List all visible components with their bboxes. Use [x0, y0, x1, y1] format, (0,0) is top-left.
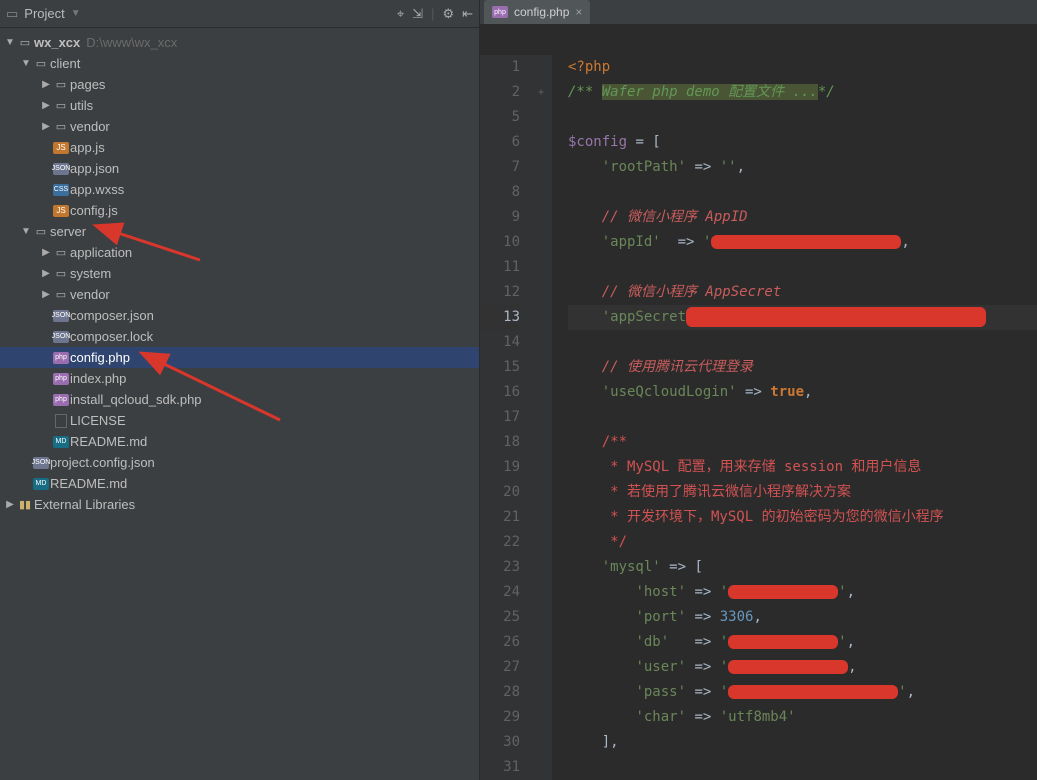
chevron-right-icon[interactable]: ▶ [40, 100, 52, 111]
chevron-right-icon[interactable]: ▶ [40, 289, 52, 300]
code-editor[interactable]: 1 2 5 6 7 8 9 10 11 12 13 14 15 16 17 18… [480, 25, 1037, 780]
tree-row-root-readme[interactable]: · MD README.md [0, 473, 479, 494]
tree-row-index-php[interactable]: · php index.php [0, 368, 479, 389]
redacted-value [686, 307, 986, 327]
tree-row-config-php[interactable]: · php config.php [0, 347, 479, 368]
tree-row-app-js[interactable]: · JS app.js [0, 137, 479, 158]
project-tree[interactable]: ▼ ▭ wx_xcx D:\www\wx_xcx ▼ ▭ client ▶ ▭ … [0, 28, 479, 519]
tree-row-client[interactable]: ▼ ▭ client [0, 53, 479, 74]
chevron-right-icon[interactable]: ▶ [40, 247, 52, 258]
root-folder-path: D:\www\wx_xcx [86, 35, 177, 50]
folder-icon: ▭ [52, 246, 70, 259]
editor-tab-bar: php config.php × [480, 0, 1037, 25]
redacted-value [711, 235, 901, 249]
tree-row-license[interactable]: · LICENSE [0, 410, 479, 431]
md-file-icon: MD [33, 478, 49, 490]
close-icon[interactable]: × [575, 5, 582, 19]
tree-row-root[interactable]: ▼ ▭ wx_xcx D:\www\wx_xcx [0, 32, 479, 53]
css-file-icon: CSS [53, 184, 69, 196]
md-file-icon: MD [53, 436, 69, 448]
locate-target-icon[interactable]: ⌖ [397, 6, 404, 22]
chevron-right-icon[interactable]: ▶ [4, 499, 16, 510]
code-content[interactable]: <?php /** Wafer php demo 配置文件 ...*/ $con… [552, 55, 1037, 780]
json-file-icon: JSON [33, 457, 49, 469]
project-view-icon: ▭ [6, 6, 18, 22]
folder-icon: ▭ [52, 288, 70, 301]
hide-panel-icon[interactable]: ⇤ [462, 6, 473, 22]
tree-row-application[interactable]: ▶ ▭ application [0, 242, 479, 263]
redacted-value [728, 660, 848, 674]
tree-row-client-vendor[interactable]: ▶ ▭ vendor [0, 116, 479, 137]
folder-icon: ▭ [52, 267, 70, 280]
tree-row-server[interactable]: ▼ ▭ server [0, 221, 479, 242]
project-label[interactable]: Project [24, 6, 64, 21]
php-file-icon: php [53, 352, 69, 364]
tree-row-external-libraries[interactable]: ▶ ▮▮ External Libraries [0, 494, 479, 515]
js-file-icon: JS [53, 205, 69, 217]
tab-label: config.php [514, 5, 569, 19]
tree-row-app-wxss[interactable]: · CSS app.wxss [0, 179, 479, 200]
php-file-icon: php [492, 6, 508, 18]
js-file-icon: JS [53, 142, 69, 154]
folder-icon: ▭ [32, 57, 50, 70]
redacted-value [728, 585, 838, 599]
text-file-icon [52, 414, 70, 428]
chevron-down-icon[interactable]: ▼ [4, 37, 16, 48]
chevron-right-icon[interactable]: ▶ [40, 268, 52, 279]
editor-tab-config-php[interactable]: php config.php × [484, 0, 590, 24]
root-folder-label: wx_xcx [34, 35, 80, 50]
fold-expand-icon[interactable]: + [530, 80, 552, 105]
folder-icon: ▭ [52, 78, 70, 91]
app-root: ▭ Project ▼ ⌖ ⇲ | ⚙ ⇤ ▼ ▭ wx_xcx D:\www\… [0, 0, 1037, 780]
redacted-value [728, 685, 898, 699]
line-number-gutter: 1 2 5 6 7 8 9 10 11 12 13 14 15 16 17 18… [480, 55, 530, 780]
chevron-down-icon[interactable]: ▼ [20, 226, 32, 237]
chevron-right-icon[interactable]: ▶ [40, 79, 52, 90]
tree-row-project-config[interactable]: · JSON project.config.json [0, 452, 479, 473]
tree-row-system[interactable]: ▶ ▭ system [0, 263, 479, 284]
folder-icon: ▭ [32, 225, 50, 238]
chevron-down-icon[interactable]: ▼ [71, 8, 81, 19]
redacted-value [728, 635, 838, 649]
tree-row-pages[interactable]: ▶ ▭ pages [0, 74, 479, 95]
folder-icon: ▭ [52, 120, 70, 133]
chevron-down-icon[interactable]: ▼ [20, 58, 32, 69]
folder-icon: ▭ [16, 36, 34, 49]
json-file-icon: JSON [53, 163, 69, 175]
tree-row-server-vendor[interactable]: ▶ ▭ vendor [0, 284, 479, 305]
tree-row-composer-lock[interactable]: · JSON composer.lock [0, 326, 479, 347]
tree-row-readme-md[interactable]: · MD README.md [0, 431, 479, 452]
json-file-icon: JSON [53, 310, 69, 322]
tree-row-utils[interactable]: ▶ ▭ utils [0, 95, 479, 116]
project-toolwindow-header: ▭ Project ▼ ⌖ ⇲ | ⚙ ⇤ [0, 0, 479, 28]
fold-gutter[interactable]: + [530, 55, 552, 780]
collapse-all-icon[interactable]: ⇲ [412, 6, 423, 22]
tree-row-install-sdk[interactable]: · php install_qcloud_sdk.php [0, 389, 479, 410]
tree-row-app-json[interactable]: · JSON app.json [0, 158, 479, 179]
tree-row-composer-json[interactable]: · JSON composer.json [0, 305, 479, 326]
library-icon: ▮▮ [16, 498, 34, 511]
project-sidebar: ▭ Project ▼ ⌖ ⇲ | ⚙ ⇤ ▼ ▭ wx_xcx D:\www\… [0, 0, 480, 780]
chevron-right-icon[interactable]: ▶ [40, 121, 52, 132]
json-file-icon: JSON [53, 331, 69, 343]
gear-icon[interactable]: ⚙ [442, 6, 454, 22]
tree-row-config-js[interactable]: · JS config.js [0, 200, 479, 221]
editor-area: php config.php × 1 2 5 6 7 8 9 10 11 12 … [480, 0, 1037, 780]
project-toolbar: ⌖ ⇲ | ⚙ ⇤ [397, 6, 473, 22]
folder-icon: ▭ [52, 99, 70, 112]
php-file-icon: php [53, 373, 69, 385]
php-file-icon: php [53, 394, 69, 406]
